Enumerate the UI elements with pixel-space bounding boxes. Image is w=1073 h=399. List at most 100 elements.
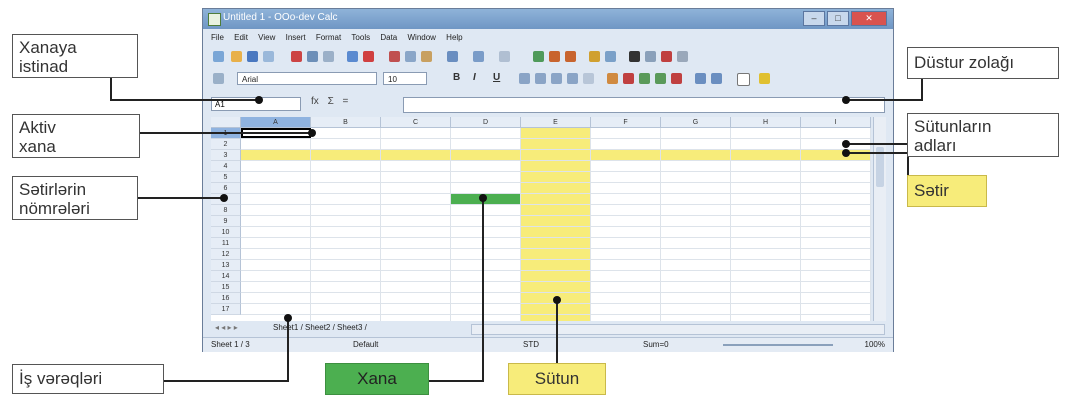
status-sum: Sum=0 (643, 340, 669, 349)
column-header-i[interactable]: I (801, 117, 871, 128)
highlighted-column (521, 117, 591, 321)
open-icon[interactable] (231, 51, 242, 62)
italic-button[interactable]: I (473, 72, 476, 83)
horizontal-scrollbar[interactable] (471, 324, 885, 335)
styles-icon[interactable] (213, 73, 224, 84)
maximize-button[interactable]: □ (827, 11, 849, 26)
save-icon[interactable] (247, 51, 258, 62)
status-mode[interactable]: STD (523, 340, 539, 349)
font-name-select[interactable]: Arial (237, 72, 377, 85)
percent-icon[interactable] (623, 73, 634, 84)
row-header-10[interactable]: 10 (211, 227, 241, 238)
row-header-8[interactable]: 8 (211, 205, 241, 216)
increase-indent-icon[interactable] (711, 73, 722, 84)
callout-text: Xanaya (19, 38, 77, 57)
row-header-3[interactable]: 3 (211, 150, 241, 161)
sum-icon[interactable]: Σ (328, 96, 334, 107)
row-header-15[interactable]: 15 (211, 282, 241, 293)
row-header-17[interactable]: 17 (211, 304, 241, 315)
navigator-icon[interactable] (645, 51, 656, 62)
currency-icon[interactable] (607, 73, 618, 84)
column-header-h[interactable]: H (731, 117, 801, 128)
clone-icon[interactable] (447, 51, 458, 62)
cut-icon[interactable] (389, 51, 400, 62)
spellcheck-icon[interactable] (347, 51, 358, 62)
column-header-a[interactable]: A (241, 117, 311, 128)
background-color-icon[interactable] (759, 73, 770, 84)
formula-icons: fx Σ = (311, 96, 348, 107)
menu-help[interactable]: Help (446, 31, 462, 45)
bold-button[interactable]: B (453, 72, 460, 83)
menu-window[interactable]: Window (407, 31, 435, 45)
column-header-b[interactable]: B (311, 117, 381, 128)
minimize-button[interactable]: – (803, 11, 825, 26)
align-left-icon[interactable] (519, 73, 530, 84)
font-size-select[interactable]: 10 (383, 72, 427, 85)
row-header-4[interactable]: 4 (211, 161, 241, 172)
row-header-6[interactable]: 6 (211, 183, 241, 194)
draw-icon[interactable] (605, 51, 616, 62)
gallery-icon[interactable] (661, 51, 672, 62)
hyperlink-icon[interactable] (533, 51, 544, 62)
callout-row: Sətir (907, 175, 987, 207)
align-right-icon[interactable] (551, 73, 562, 84)
cell-grid[interactable]: ABCDEFGHI1234567891011121314151617 (211, 117, 871, 321)
menu-tools[interactable]: Tools (351, 31, 370, 45)
column-header-g[interactable]: G (661, 117, 731, 128)
new-icon[interactable] (213, 51, 224, 62)
undo-icon[interactable] (473, 51, 484, 62)
align-center-icon[interactable] (535, 73, 546, 84)
formula-input[interactable] (403, 97, 885, 113)
select-all-corner[interactable] (211, 117, 241, 128)
menu-format[interactable]: Format (316, 31, 341, 45)
pdf-icon[interactable] (291, 51, 302, 62)
merge-cells-icon[interactable] (583, 73, 594, 84)
redo-icon[interactable] (499, 51, 510, 62)
print-icon[interactable] (307, 51, 318, 62)
menu-data[interactable]: Data (380, 31, 397, 45)
chart-icon[interactable] (589, 51, 600, 62)
tab-nav-arrows[interactable]: ◂ ◂ ▸ ▸ (215, 323, 238, 332)
callout-text: Xana (357, 369, 397, 388)
row-header-16[interactable]: 16 (211, 293, 241, 304)
add-decimal-icon[interactable] (655, 73, 666, 84)
row-gridline (241, 171, 871, 172)
find-icon[interactable] (629, 51, 640, 62)
leader-dot (284, 314, 292, 322)
function-icon[interactable]: = (343, 96, 349, 107)
column-header-f[interactable]: F (591, 117, 661, 128)
close-button[interactable]: ✕ (851, 11, 887, 26)
function-wizard-icon[interactable]: fx (311, 96, 319, 107)
row-header-5[interactable]: 5 (211, 172, 241, 183)
menu-file[interactable]: File (211, 31, 224, 45)
column-header-d[interactable]: D (451, 117, 521, 128)
menu-insert[interactable]: Insert (286, 31, 306, 45)
number-format-icon[interactable] (639, 73, 650, 84)
delete-decimal-icon[interactable] (671, 73, 682, 84)
borders-icon[interactable] (737, 73, 750, 86)
row-header-14[interactable]: 14 (211, 271, 241, 282)
column-header-e[interactable]: E (521, 117, 591, 128)
column-header-c[interactable]: C (381, 117, 451, 128)
vertical-scrollbar[interactable] (873, 117, 886, 321)
row-header-2[interactable]: 2 (211, 139, 241, 150)
copy-icon[interactable] (405, 51, 416, 62)
zoom-slider[interactable] (723, 344, 833, 346)
menu-view[interactable]: View (258, 31, 275, 45)
row-header-12[interactable]: 12 (211, 249, 241, 260)
sort-ascending-icon[interactable] (549, 51, 560, 62)
preview-icon[interactable] (323, 51, 334, 62)
menu-edit[interactable]: Edit (234, 31, 248, 45)
justify-icon[interactable] (567, 73, 578, 84)
autospell-icon[interactable] (363, 51, 374, 62)
row-header-9[interactable]: 9 (211, 216, 241, 227)
decrease-indent-icon[interactable] (695, 73, 706, 84)
email-icon[interactable] (263, 51, 274, 62)
sort-descending-icon[interactable] (565, 51, 576, 62)
row-header-13[interactable]: 13 (211, 260, 241, 271)
row-header-11[interactable]: 11 (211, 238, 241, 249)
paste-icon[interactable] (421, 51, 432, 62)
datasources-icon[interactable] (677, 51, 688, 62)
underline-button[interactable]: U (493, 72, 500, 83)
calc-app-icon (208, 13, 221, 26)
